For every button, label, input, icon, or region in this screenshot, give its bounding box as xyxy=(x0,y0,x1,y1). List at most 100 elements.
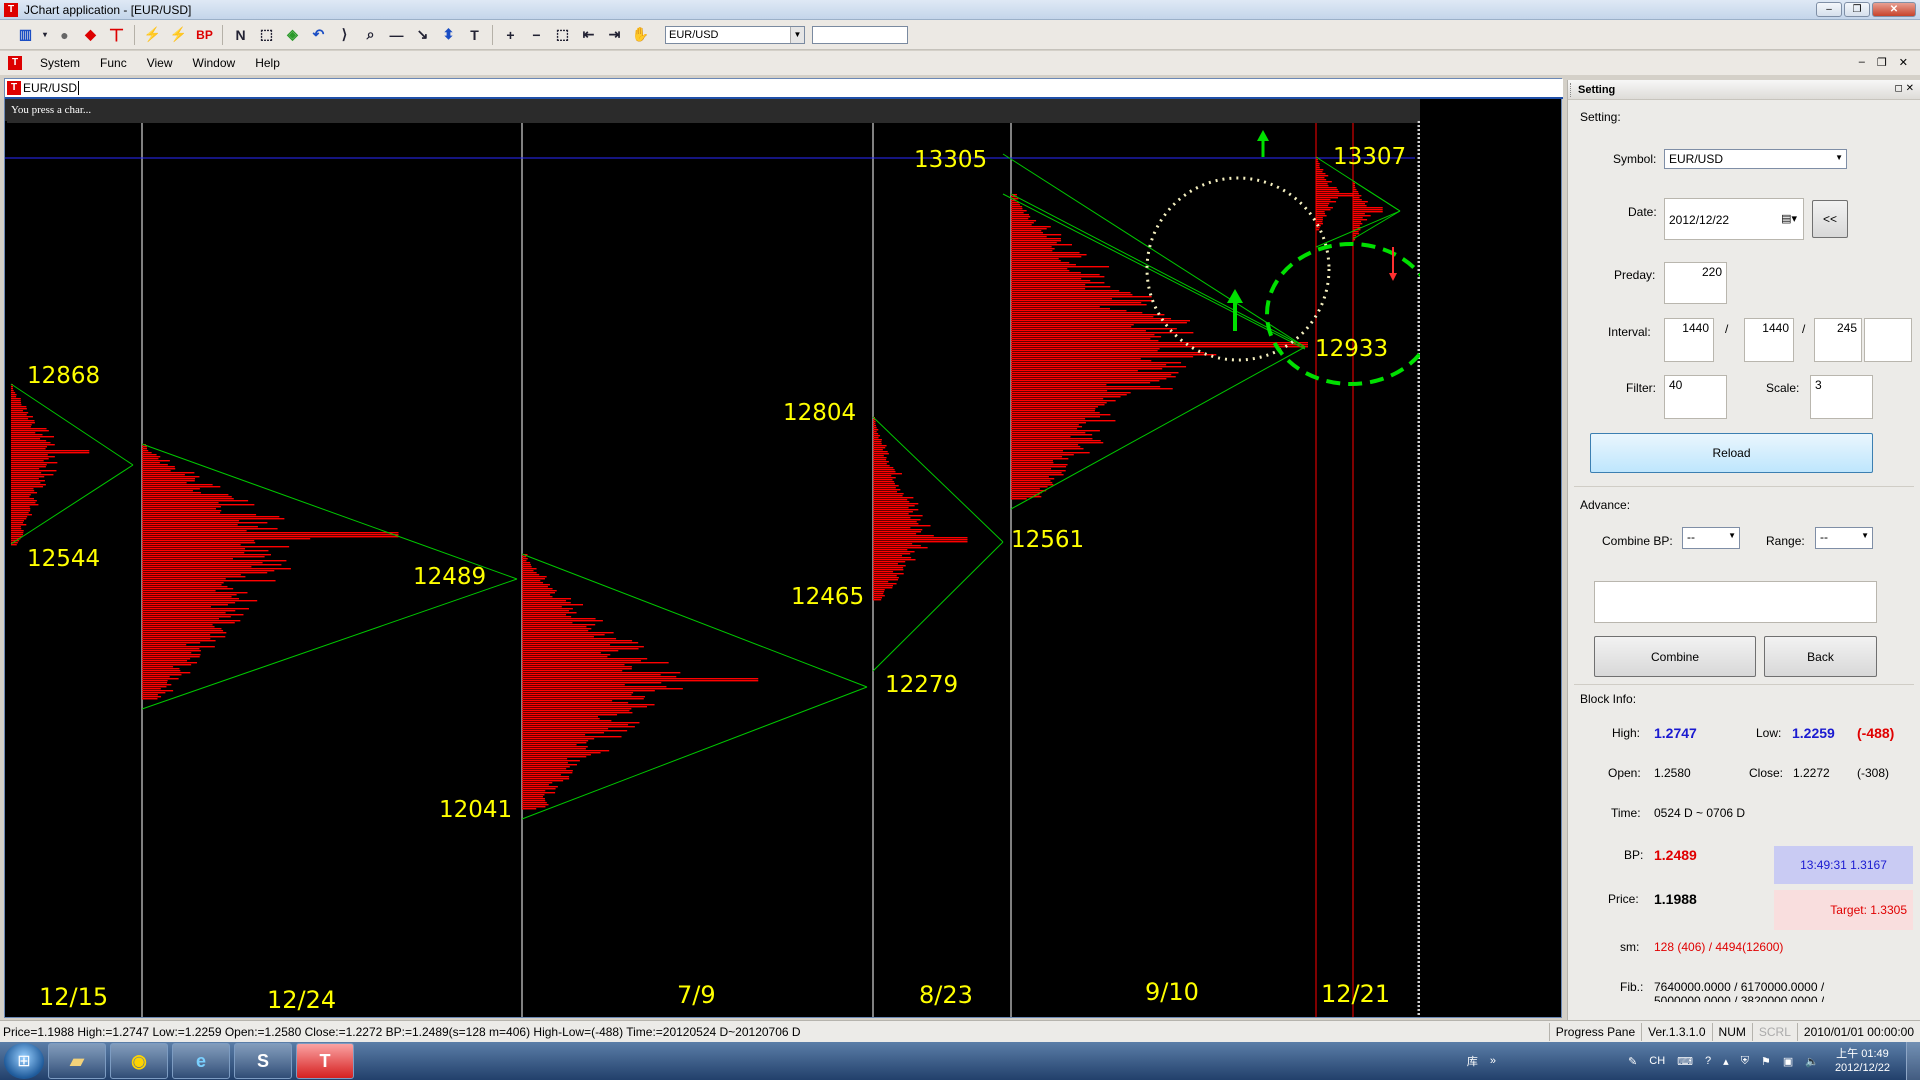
profile-bar xyxy=(11,528,22,530)
tray-expand-icon[interactable]: » xyxy=(1484,1055,1502,1067)
network-icon[interactable]: ▣ xyxy=(1777,1055,1799,1068)
preday-input[interactable]: 220 xyxy=(1664,262,1727,304)
trend-icon[interactable]: ↘ xyxy=(411,24,434,46)
lightning2-icon[interactable]: ⚡ xyxy=(167,24,190,46)
panel-grip-icon[interactable] xyxy=(1570,83,1573,97)
profile-bar xyxy=(1316,185,1329,187)
cursor-icon[interactable]: ⬚ xyxy=(255,24,278,46)
symbol-dropdown[interactable]: EUR/USD ▼ xyxy=(1664,149,1847,169)
profile-bar xyxy=(1011,250,1053,252)
maximize-button[interactable]: ❐ xyxy=(1844,2,1870,17)
date-picker[interactable]: 2012/12/22 ▤▾ xyxy=(1664,198,1804,240)
tray-folder[interactable]: 库 xyxy=(1461,1053,1484,1069)
clock[interactable]: 上午 01:49 2012/12/22 xyxy=(1825,1047,1906,1075)
interval-input-4[interactable] xyxy=(1864,318,1912,362)
profile-bar xyxy=(142,500,249,502)
calendar-icon[interactable]: ▤▾ xyxy=(1781,212,1797,225)
chart-symbol[interactable]: EUR/USD xyxy=(23,81,80,95)
volume-profile-chart[interactable]: 12868 12544 12489 12041 12279 12804 12465 13305… xyxy=(5,99,1420,1017)
chevron-down-icon: ▼ xyxy=(1835,153,1843,162)
text-button[interactable]: T xyxy=(463,24,486,46)
combine-bp-dropdown[interactable]: -- ▼ xyxy=(1682,527,1740,549)
left-icon[interactable]: ⇤ xyxy=(577,24,600,46)
scale-input[interactable]: 3 xyxy=(1810,375,1873,419)
filter-label: Filter: xyxy=(1626,381,1656,395)
menu-system[interactable]: System xyxy=(30,56,90,70)
pen-icon[interactable]: ✎ xyxy=(1622,1055,1643,1068)
profile-bar xyxy=(11,424,32,426)
select-icon[interactable]: ⬚ xyxy=(551,24,574,46)
undo-icon[interactable]: ↶ xyxy=(307,24,330,46)
profile-bar xyxy=(522,570,534,572)
symbol-select[interactable]: EUR/USD ▼ xyxy=(665,25,805,44)
folder-icon[interactable]: ▰ xyxy=(48,1043,106,1079)
range-dropdown[interactable]: -- ▼ xyxy=(1815,527,1873,549)
combine-button[interactable]: Combine xyxy=(1594,636,1756,677)
mdi-close-button[interactable]: ✕ xyxy=(1899,56,1908,69)
next-icon[interactable]: ⟩ xyxy=(333,24,356,46)
jchart-icon[interactable]: T xyxy=(296,1043,354,1079)
right-icon[interactable]: ⇥ xyxy=(603,24,626,46)
minimize-button[interactable]: – xyxy=(1816,2,1842,17)
flag-icon[interactable]: ⚑ xyxy=(1755,1055,1777,1068)
hline-icon[interactable]: ― xyxy=(385,24,408,46)
bp-button[interactable]: BP xyxy=(193,24,216,46)
hand-icon[interactable]: ✋ xyxy=(629,24,652,46)
car-icon[interactable]: ◆ xyxy=(79,24,102,46)
close-value: 1.2272 xyxy=(1793,766,1830,780)
chart-window[interactable]: T EUR/USD 12868 12544 12489 12041 12279 … xyxy=(4,78,1563,1018)
shield-icon[interactable]: ⛨ xyxy=(1735,1055,1755,1068)
toolbar-input[interactable] xyxy=(812,25,908,44)
chart-icon[interactable]: ▥ xyxy=(14,24,37,46)
menu-help[interactable]: Help xyxy=(245,56,290,70)
interval-input-3[interactable]: 245 xyxy=(1814,318,1862,362)
profile-bar xyxy=(873,575,897,577)
lightning-icon[interactable]: ⚡ xyxy=(141,24,164,46)
panel-controls[interactable]: ◻ ✕ xyxy=(1895,83,1914,94)
zoom-out-icon[interactable]: − xyxy=(525,24,548,46)
dropdown-arrow-icon[interactable]: ▾ xyxy=(40,24,50,46)
keyboard-icon[interactable]: ⌨ xyxy=(1671,1055,1699,1068)
filter-input[interactable]: 40 xyxy=(1664,375,1727,419)
profile-bar xyxy=(11,486,44,488)
menu-window[interactable]: Window xyxy=(183,56,246,70)
profile-bar xyxy=(11,436,55,438)
combine-textbox[interactable] xyxy=(1594,581,1877,623)
menu-view[interactable]: View xyxy=(137,56,183,70)
profile-bar xyxy=(873,479,893,481)
start-button[interactable]: ⊞ xyxy=(4,1043,44,1079)
n-button[interactable]: N xyxy=(229,24,252,46)
price-label: Price: xyxy=(1608,892,1639,906)
profile-bar xyxy=(522,628,592,630)
chart-tab[interactable]: T EUR/USD xyxy=(5,79,1563,99)
interval-input-2[interactable]: 1440 xyxy=(1744,318,1794,362)
price-label: 12561 xyxy=(1011,527,1084,553)
volume-icon[interactable]: 🔈 xyxy=(1799,1055,1825,1068)
tray-arrow-icon[interactable]: ▴ xyxy=(1717,1055,1735,1068)
record-icon[interactable]: ● xyxy=(53,24,76,46)
back-button[interactable]: Back xyxy=(1764,636,1877,677)
skype-icon[interactable]: S xyxy=(234,1043,292,1079)
profile-bar xyxy=(873,489,901,491)
mdi-restore-button[interactable]: ❐ xyxy=(1877,56,1887,69)
interval-input-1[interactable]: 1440 xyxy=(1664,318,1714,362)
show-desktop-button[interactable] xyxy=(1906,1042,1920,1080)
reload-button[interactable]: Reload xyxy=(1590,433,1873,473)
help-icon[interactable]: ? xyxy=(1699,1055,1717,1067)
mdi-minimize-button[interactable]: – xyxy=(1859,56,1865,69)
tray-language[interactable]: CH xyxy=(1643,1055,1671,1067)
logo-icon[interactable]: 丅 xyxy=(105,24,128,46)
zoom-icon[interactable]: ⌕ xyxy=(359,24,382,46)
prev-date-button[interactable]: << xyxy=(1812,200,1848,238)
ie-icon[interactable]: e xyxy=(172,1043,230,1079)
profile-bar xyxy=(142,454,157,456)
updown-icon[interactable]: ⬍ xyxy=(437,24,460,46)
cube-icon[interactable]: ◈ xyxy=(281,24,304,46)
menu-func[interactable]: Func xyxy=(90,56,137,70)
profile-bar xyxy=(522,762,568,764)
close-button[interactable]: ✕ xyxy=(1872,2,1916,17)
toolbar-separator xyxy=(492,24,493,45)
chrome-icon[interactable]: ◉ xyxy=(110,1043,168,1079)
zoom-in-icon[interactable]: + xyxy=(499,24,522,46)
profile-bar xyxy=(142,546,290,548)
